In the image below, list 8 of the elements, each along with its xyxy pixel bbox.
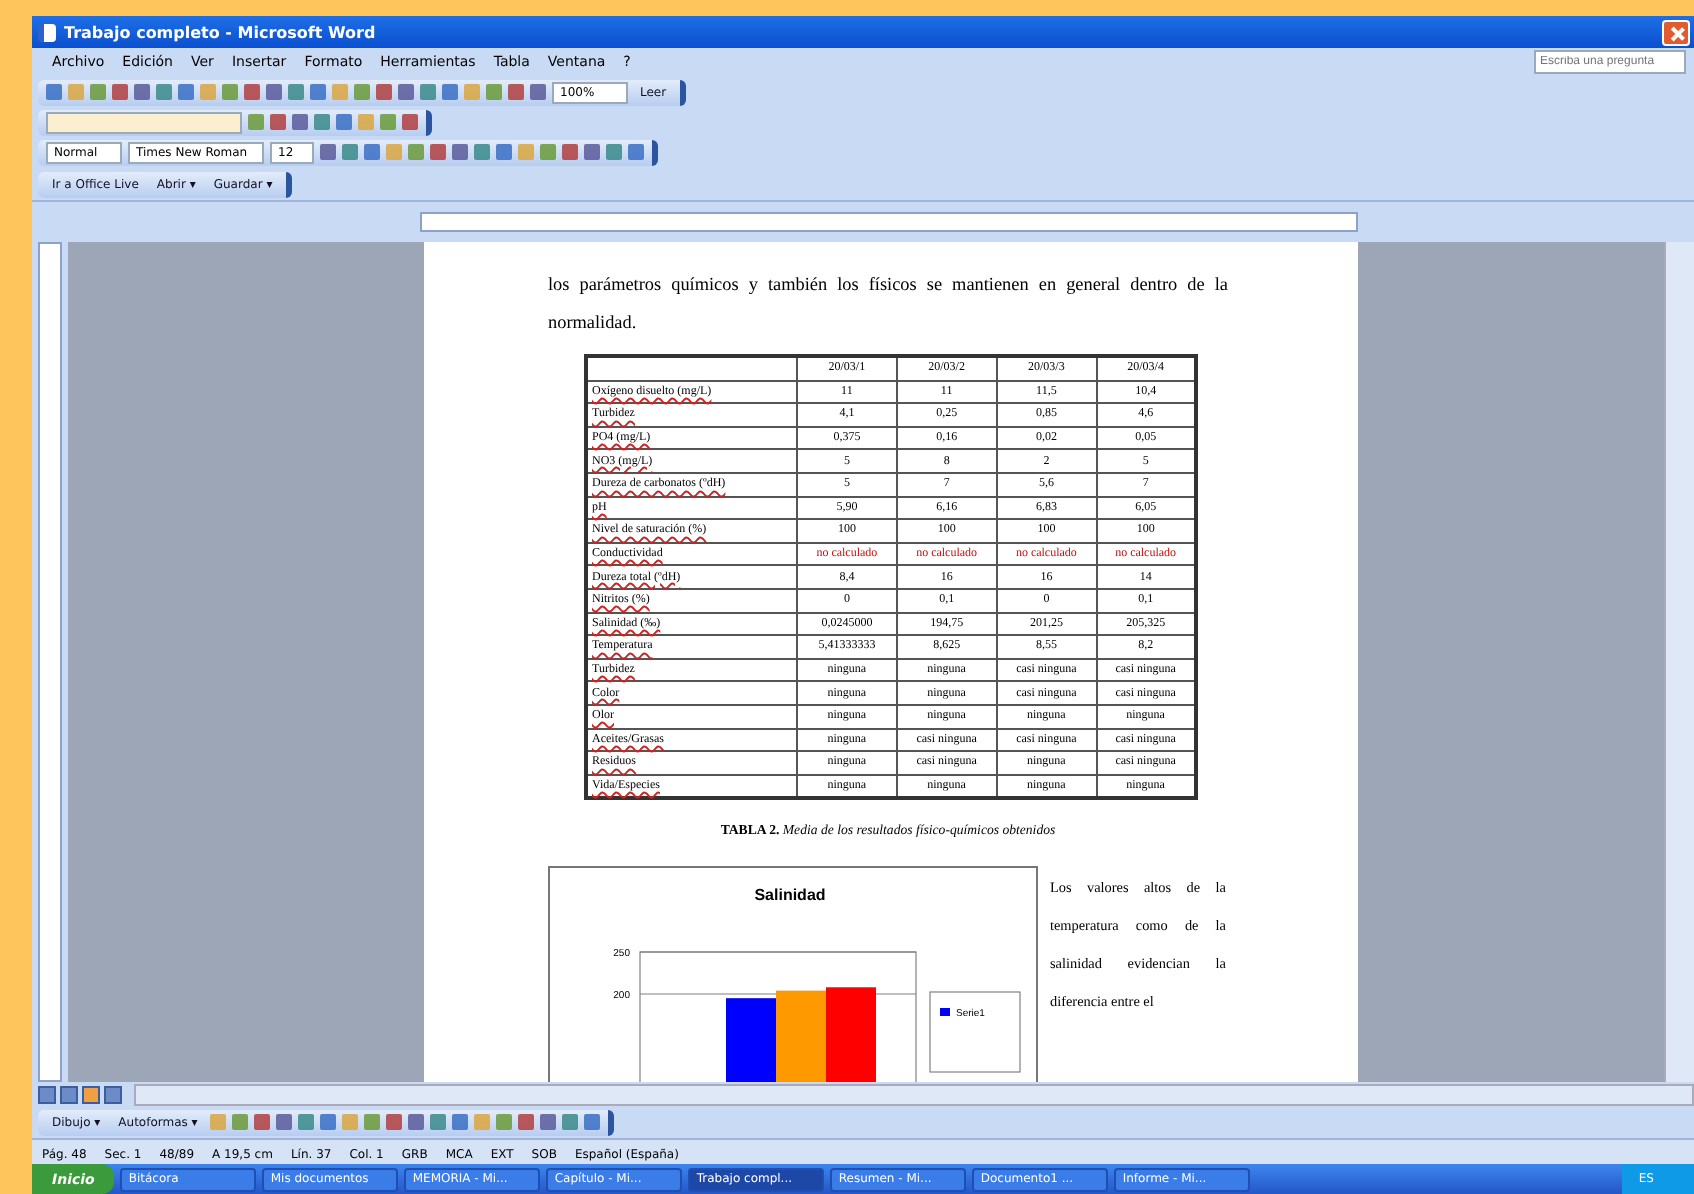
display-dropdown[interactable] [46,111,242,133]
window-title: Trabajo completo - Microsoft Word [64,23,378,41]
paragraph: los parámetros químicos y también los físicos se mantienen en general dentro de la normalidad. [548,272,1228,336]
vertical-scrollbar[interactable] [1664,242,1694,1082]
horizontal-scrollbar[interactable] [134,1083,1694,1105]
word-logo-icon [38,23,56,41]
close-button[interactable] [1662,19,1690,45]
chart-title: Salinidad [754,886,826,905]
